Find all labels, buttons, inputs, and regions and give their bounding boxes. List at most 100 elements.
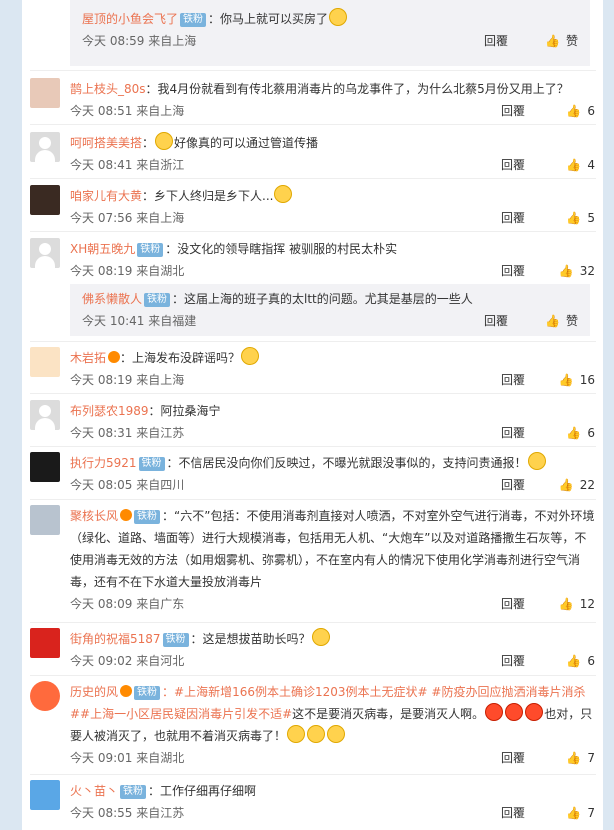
avatar[interactable]	[30, 505, 60, 535]
divider	[30, 393, 596, 394]
divider	[30, 70, 596, 71]
comment-time: 今天 10:41 来自福建	[82, 314, 197, 328]
thumb-up-icon: 👍	[566, 158, 582, 172]
laugh-emoji-icon	[329, 8, 348, 26]
divider	[30, 124, 596, 125]
smile-emoji-icon	[287, 725, 306, 743]
comment-text: 好像真的可以通过管道传播	[174, 136, 319, 150]
avatar[interactable]	[30, 78, 60, 108]
comment-time: 今天 08:31 来自江苏	[70, 426, 185, 440]
avatar[interactable]	[30, 400, 60, 430]
thumb-up-icon: 👍	[566, 211, 582, 225]
like-button[interactable]: 👍 16	[559, 369, 595, 391]
reply-button[interactable]: 回覆	[501, 593, 525, 615]
thumb-up-icon: 👍	[566, 104, 582, 118]
thumb-up-icon: 👍	[566, 426, 582, 440]
like-button[interactable]: 👍 5	[566, 207, 595, 229]
fan-badge: 铁粉	[162, 633, 189, 647]
grin-emoji-icon	[274, 185, 293, 203]
user-name[interactable]: 木岩拓	[70, 351, 106, 365]
user-name[interactable]: 聚核长风	[70, 509, 118, 523]
comment-text: ：这届上海的班子真的太ltt的问题。尤其是基层的一些人	[172, 292, 473, 306]
laugh-emoji-icon	[311, 628, 330, 646]
divider	[30, 622, 596, 623]
user-name[interactable]: 屋顶的小鱼会飞了	[82, 12, 178, 26]
like-button[interactable]: 👍 赞	[545, 30, 578, 52]
avatar[interactable]	[30, 628, 60, 658]
fan-badge: 铁粉	[180, 13, 207, 27]
reply-button[interactable]: 回覆	[484, 30, 508, 52]
comment-time: 今天 09:01 来自湖北	[70, 751, 185, 765]
reply-button[interactable]: 回覆	[501, 747, 525, 769]
user-name[interactable]: 佛系懒散人	[82, 292, 142, 306]
avatar[interactable]	[30, 347, 60, 377]
fan-badge: 铁粉	[134, 686, 161, 700]
fan-badge: 铁粉	[120, 785, 147, 799]
avatar[interactable]	[30, 681, 60, 711]
vip-icon	[120, 509, 133, 521]
user-name[interactable]: 布列瑟农1989	[70, 404, 149, 418]
thumb-up-icon: 👍	[545, 34, 560, 48]
user-name[interactable]: XH朝五晚九	[70, 242, 135, 256]
avatar[interactable]	[30, 780, 60, 810]
comment-time: 今天 09:02 来自河北	[70, 654, 185, 668]
avatar[interactable]	[30, 185, 60, 215]
like-button[interactable]: 👍 6	[566, 100, 595, 122]
comment-time: 今天 08:19 来自上海	[70, 373, 185, 387]
like-button[interactable]: 👍 4	[566, 154, 595, 176]
emoji-icon	[241, 347, 260, 365]
comment-text: 这不是要消灭病毒，是要消灭人啊。	[292, 707, 485, 721]
like-button[interactable]: 👍 赞	[545, 310, 578, 332]
like-button[interactable]: 👍 7	[566, 802, 595, 824]
divider	[30, 774, 596, 775]
thumb-up-icon: 👍	[558, 373, 574, 387]
divider	[30, 341, 596, 342]
user-name[interactable]: 鹊上枝头_80s	[70, 82, 146, 96]
like-button[interactable]: 👍 7	[566, 747, 595, 769]
user-name[interactable]: 呵呵搭美美搭	[70, 136, 142, 150]
comment-time: 今天 08:09 来自广东	[70, 597, 185, 611]
divider	[30, 499, 596, 500]
angry-emoji-icon	[485, 703, 504, 721]
comment-text: ：不信居民没向你们反映过，不曝光就跟没事似的，支持问责通报！	[166, 456, 527, 470]
thumb-up-icon: 👍	[545, 314, 560, 328]
reply-button[interactable]: 回覆	[501, 207, 525, 229]
user-name[interactable]: 执行力5921	[70, 456, 137, 470]
avatar[interactable]	[30, 238, 60, 268]
comment-time: 今天 08:41 来自浙江	[70, 158, 185, 172]
thumb-up-icon: 👍	[566, 751, 582, 765]
reply-button[interactable]: 回覆	[501, 100, 525, 122]
comment-time: 今天 08:51 来自上海	[70, 104, 185, 118]
like-button[interactable]: 👍 6	[566, 422, 595, 444]
reply-button[interactable]: 回覆	[501, 369, 525, 391]
user-name[interactable]: 街角的祝福5187	[70, 632, 161, 646]
like-button[interactable]: 👍 6	[566, 650, 595, 672]
reply-button[interactable]: 回覆	[501, 650, 525, 672]
like-button[interactable]: 👍 12	[559, 593, 595, 615]
reply-button[interactable]: 回覆	[501, 802, 525, 824]
page-left-background	[0, 0, 22, 830]
divider	[30, 675, 596, 676]
smile-emoji-icon	[327, 725, 346, 743]
comment-time: 今天 08:55 来自江苏	[70, 806, 185, 820]
comment-text: ：乡下人终归是乡下人...	[142, 189, 274, 203]
reply-button[interactable]: 回覆	[501, 260, 525, 282]
reply-button[interactable]: 回覆	[484, 310, 508, 332]
reply-item: 佛系懒散人 铁粉 ：这届上海的班子真的太ltt的问题。尤其是基层的一些人 今天 10…	[70, 284, 590, 336]
like-button[interactable]: 👍 22	[559, 474, 595, 496]
user-name[interactable]: 咱家儿有大黄	[70, 189, 142, 203]
reply-button[interactable]: 回覆	[501, 154, 525, 176]
angry-emoji-icon	[505, 703, 524, 721]
comment-text: ：没文化的领导瞎指挥 被驯服的村民太朴实	[165, 242, 398, 256]
user-name[interactable]: 历史的风	[70, 685, 118, 699]
thumb-up-icon: 👍	[558, 264, 574, 278]
like-button[interactable]: 👍 32	[559, 260, 595, 282]
angry-emoji-icon	[525, 703, 544, 721]
reply-button[interactable]: 回覆	[501, 474, 525, 496]
avatar[interactable]	[30, 132, 60, 162]
user-name[interactable]: 火丶苗丶	[70, 784, 118, 798]
reply-button[interactable]: 回覆	[501, 422, 525, 444]
fan-badge: 铁粉	[144, 293, 171, 307]
avatar[interactable]	[30, 452, 60, 482]
comment-text: ：这是想拔苗助长吗？	[190, 632, 311, 646]
